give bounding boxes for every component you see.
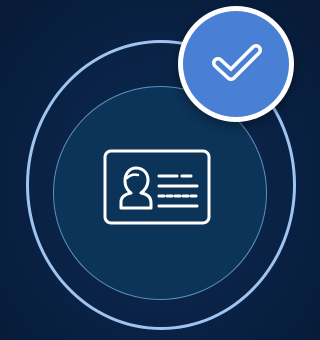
id-card-icon xyxy=(103,149,211,225)
verified-badge-fill xyxy=(183,11,289,117)
verification-illustration xyxy=(0,0,311,340)
checkmark-icon xyxy=(212,44,262,81)
verified-badge xyxy=(178,6,294,122)
